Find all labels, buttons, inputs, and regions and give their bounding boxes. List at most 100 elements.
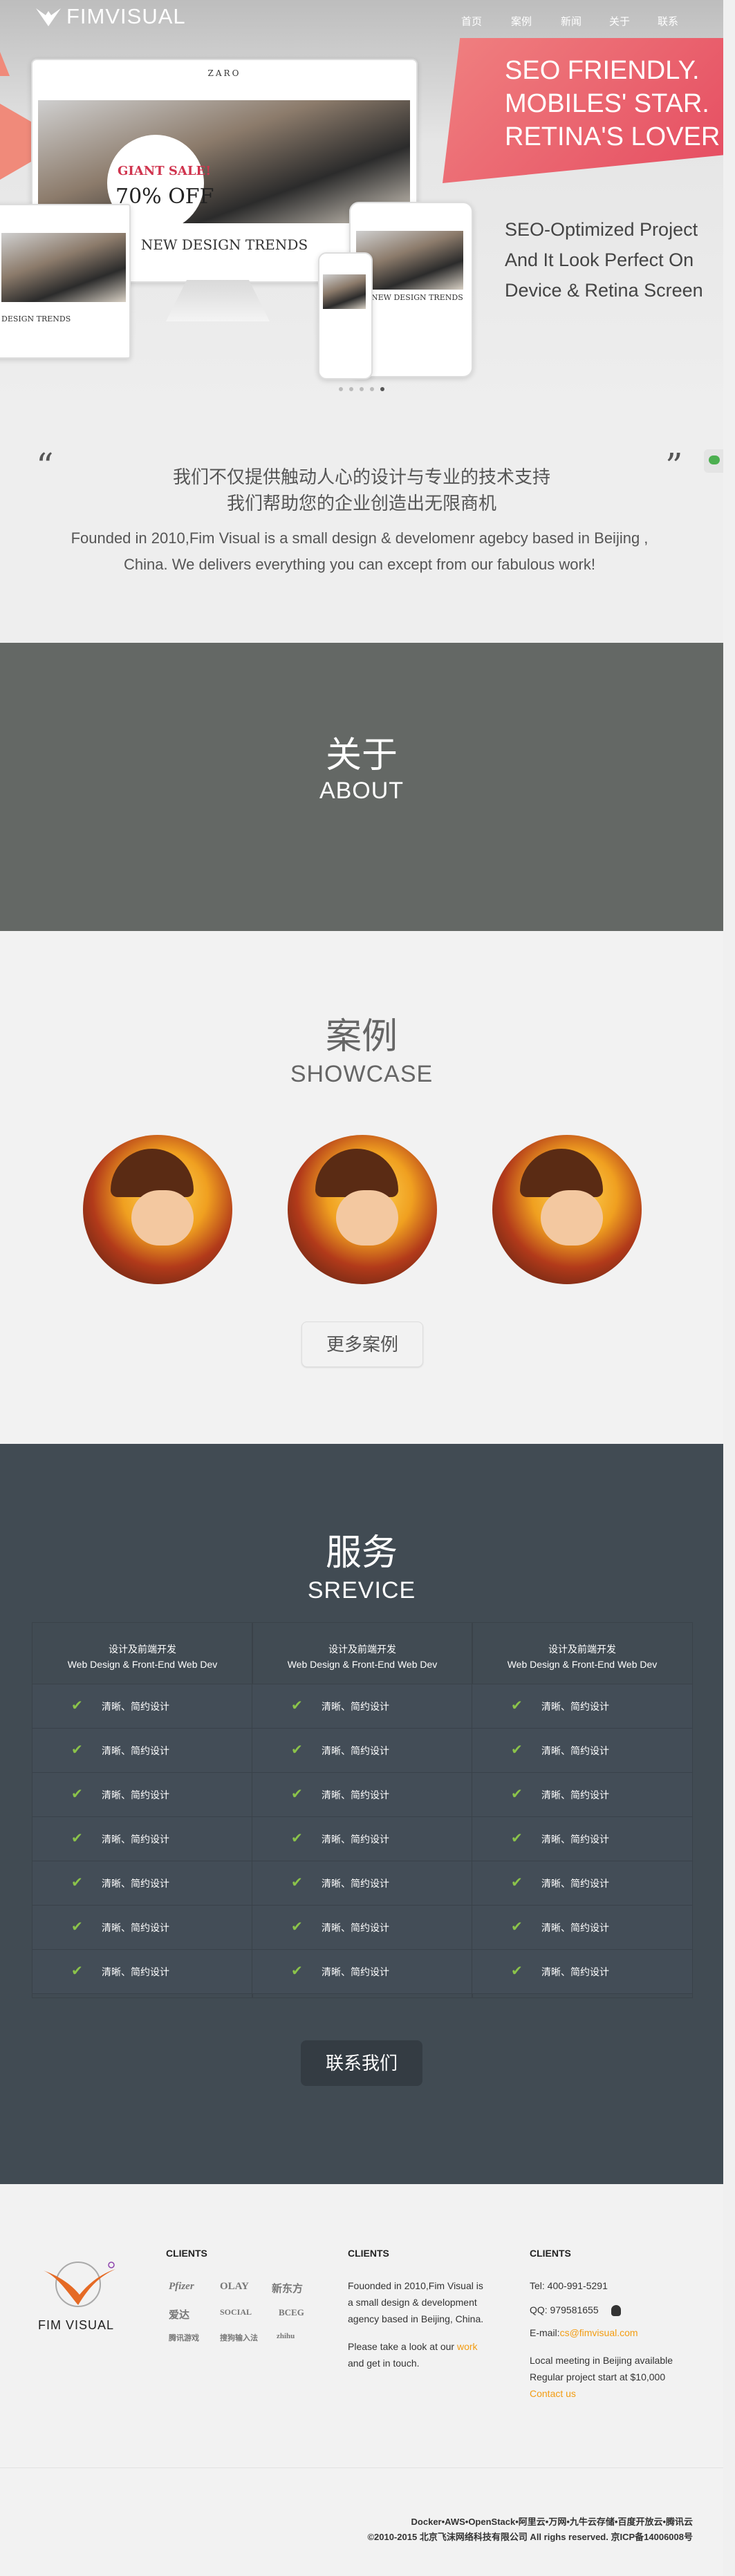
tech-stack-text: Docker•AWS•OpenStack•阿里云•万网•九牛云存储•百度开放云•… <box>411 2517 693 2527</box>
slider-dot[interactable] <box>349 387 353 391</box>
logo-bird-icon <box>36 8 61 26</box>
service-feature-row: ✔ 清晰、简约设计 <box>472 1906 692 1950</box>
client-logo-bceg: BCEG <box>279 2307 304 2318</box>
service-feature-text: 清晰、简约设计 <box>541 1922 609 1933</box>
more-cases-button[interactable]: 更多案例 <box>301 1322 423 1367</box>
service-feature-row: ✔ 清晰、简约设计 <box>32 1950 252 1994</box>
service-feature-text: 清晰、简约设计 <box>102 1878 169 1889</box>
desktop-stand <box>166 280 270 321</box>
case-thumbnail[interactable] <box>492 1135 642 1284</box>
regular-text: Regular project start at $10,000 <box>530 2371 666 2382</box>
service-column-title-zh: 设计及前端开发 <box>109 1644 176 1655</box>
service-feature-row: ✔ 清晰、简约设计 <box>32 1817 252 1861</box>
tablet-trend-text: NEW DESIGN TRENDS <box>371 293 463 302</box>
service-title-zh: 服务 <box>325 1533 398 1573</box>
service-feature-text: 清晰、简约设计 <box>322 1789 389 1801</box>
service-feature-text: 清晰、简约设计 <box>102 1701 169 1712</box>
subheadline-line-2: And It Look Perfect On <box>505 250 694 270</box>
slider-dot[interactable] <box>339 387 343 391</box>
footer-bird-logo-icon <box>44 2262 115 2307</box>
logo[interactable]: FIMVISUAL <box>35 4 185 30</box>
check-icon: ✔ <box>291 1831 303 1846</box>
mockup-site-name: ZARO <box>207 68 241 78</box>
service-feature-row: ✔ 清晰、简约设计 <box>472 1861 692 1906</box>
service-feature-row: ✔ 清晰、简约设计 <box>32 1773 252 1817</box>
service-feature-text: 清晰、简约设计 <box>102 1745 169 1756</box>
headline-line-3: RETINA'S LOVER <box>505 122 720 151</box>
check-icon: ✔ <box>291 1698 303 1713</box>
service-title-en: SREVICE <box>307 1577 416 1604</box>
about-section: 关于 ABOUT <box>0 643 723 931</box>
intro-zh-line-2: 我们帮助您的企业创造出无限商机 <box>226 493 496 514</box>
phone-mockup <box>318 252 373 379</box>
hero-section: FIMVISUAL 首页 案例 新闻 关于 联系 ZARO GIANT SALE… <box>0 0 723 408</box>
service-feature-row: ✔ 清晰、简约设计 <box>252 1906 472 1950</box>
nav-item-about[interactable]: 关于 <box>609 14 630 28</box>
nav-item-news[interactable]: 新闻 <box>561 14 582 28</box>
email-text: E-mail:cs@fimvisual.com <box>530 2327 638 2338</box>
nav-item-home[interactable]: 首页 <box>461 14 482 28</box>
nav-item-contact[interactable]: 联系 <box>658 14 678 28</box>
slider-dot[interactable] <box>360 387 364 391</box>
check-icon: ✔ <box>71 1919 83 1935</box>
clients-heading: CLIENTS <box>166 2248 207 2259</box>
service-column-title-zh: 设计及前端开发 <box>548 1644 616 1655</box>
service-feature-row: ✔ 清晰、简约设计 <box>472 1950 692 1994</box>
service-feature-text: 清晰、简约设计 <box>541 1701 609 1712</box>
check-icon: ✔ <box>291 1787 303 1802</box>
check-icon: ✔ <box>291 1964 303 1979</box>
intro-en-line-1: Founded in 2010,Fim Visual is a small de… <box>71 529 649 547</box>
service-feature-text: 清晰、简约设计 <box>322 1834 389 1845</box>
service-feature-row: ✔ 清晰、简约设计 <box>32 1906 252 1950</box>
service-feature-row: ✔ 清晰、简约设计 <box>472 1684 692 1729</box>
client-logo-sogou: 搜狗输入法 <box>220 2334 258 2342</box>
client-logo-olay: OLAY <box>220 2281 249 2292</box>
footer-brand-name: FIM VISUAL <box>38 2318 115 2332</box>
showcase-title-en: SHOWCASE <box>290 1061 434 1087</box>
about-title-en: ABOUT <box>319 778 404 804</box>
slider-dot[interactable] <box>370 387 374 391</box>
about-title-zh: 关于 <box>325 735 398 775</box>
service-feature-text: 清晰、简约设计 <box>102 1966 169 1977</box>
mockup-sale-text: GIANT SALE! <box>118 164 212 178</box>
check-icon: ✔ <box>71 1964 83 1979</box>
work-link[interactable]: work <box>457 2341 478 2352</box>
footer-logo[interactable]: FIM VISUAL <box>38 2257 128 2333</box>
client-logo-aida: 爱达 <box>169 2310 190 2321</box>
case-thumbnail[interactable] <box>288 1135 437 1284</box>
intro-section: “ ” 我们不仅提供触动人心的设计与专业的技术支持 我们帮助您的企业创造出无限商… <box>0 408 725 643</box>
service-feature-text: 清晰、简约设计 <box>541 1966 609 1977</box>
check-icon: ✔ <box>71 1698 83 1713</box>
qq-icon[interactable] <box>611 2305 621 2317</box>
check-icon: ✔ <box>511 1698 523 1713</box>
service-feature-text: 清晰、简约设计 <box>322 1922 389 1933</box>
about-text-1: Fouonded in 2010,Fim Visual is <box>348 2280 483 2291</box>
check-icon: ✔ <box>511 1919 523 1935</box>
client-logo-zhihu: zhihu <box>277 2332 295 2340</box>
scrollbar[interactable] <box>723 0 735 2576</box>
footer: FIM VISUAL CLIENTS Pfizer OLAY 新东方 爱达 SO… <box>0 2184 723 2576</box>
service-feature-text: 清晰、简约设计 <box>322 1966 389 1977</box>
client-logo-social: SOCIAL <box>220 2307 252 2317</box>
service-feature-text: 清晰、简约设计 <box>541 1878 609 1889</box>
client-logo-pfizer: Pfizer <box>169 2281 194 2292</box>
service-feature-row: ✔ 清晰、简约设计 <box>252 1861 472 1906</box>
check-icon: ✔ <box>71 1831 83 1846</box>
check-icon: ✔ <box>71 1742 83 1758</box>
check-icon: ✔ <box>511 1831 523 1846</box>
service-column-header: 设计及前端开发 Web Design & Front-End Web Dev <box>472 1623 692 1684</box>
service-feature-row: ✔ 清晰、简约设计 <box>252 1773 472 1817</box>
tel-text: Tel: 400-991-5291 <box>530 2280 608 2291</box>
contact-us-link[interactable]: Contact us <box>530 2388 576 2399</box>
contact-us-button[interactable]: 联系我们 <box>301 2040 422 2086</box>
headline-line-2: MOBILES' STAR. <box>505 89 709 118</box>
email-link[interactable]: cs@fimvisual.com <box>560 2327 638 2338</box>
check-icon: ✔ <box>511 1875 523 1890</box>
nav-item-cases[interactable]: 案例 <box>511 14 532 28</box>
check-icon: ✔ <box>511 1742 523 1758</box>
case-thumbnail[interactable] <box>83 1135 232 1284</box>
service-feature-text: 清晰、简约设计 <box>322 1701 389 1712</box>
service-feature-text: 清晰、简约设计 <box>322 1745 389 1756</box>
service-feature-text: 清晰、简约设计 <box>102 1834 169 1845</box>
slider-dot-active[interactable] <box>380 387 384 391</box>
